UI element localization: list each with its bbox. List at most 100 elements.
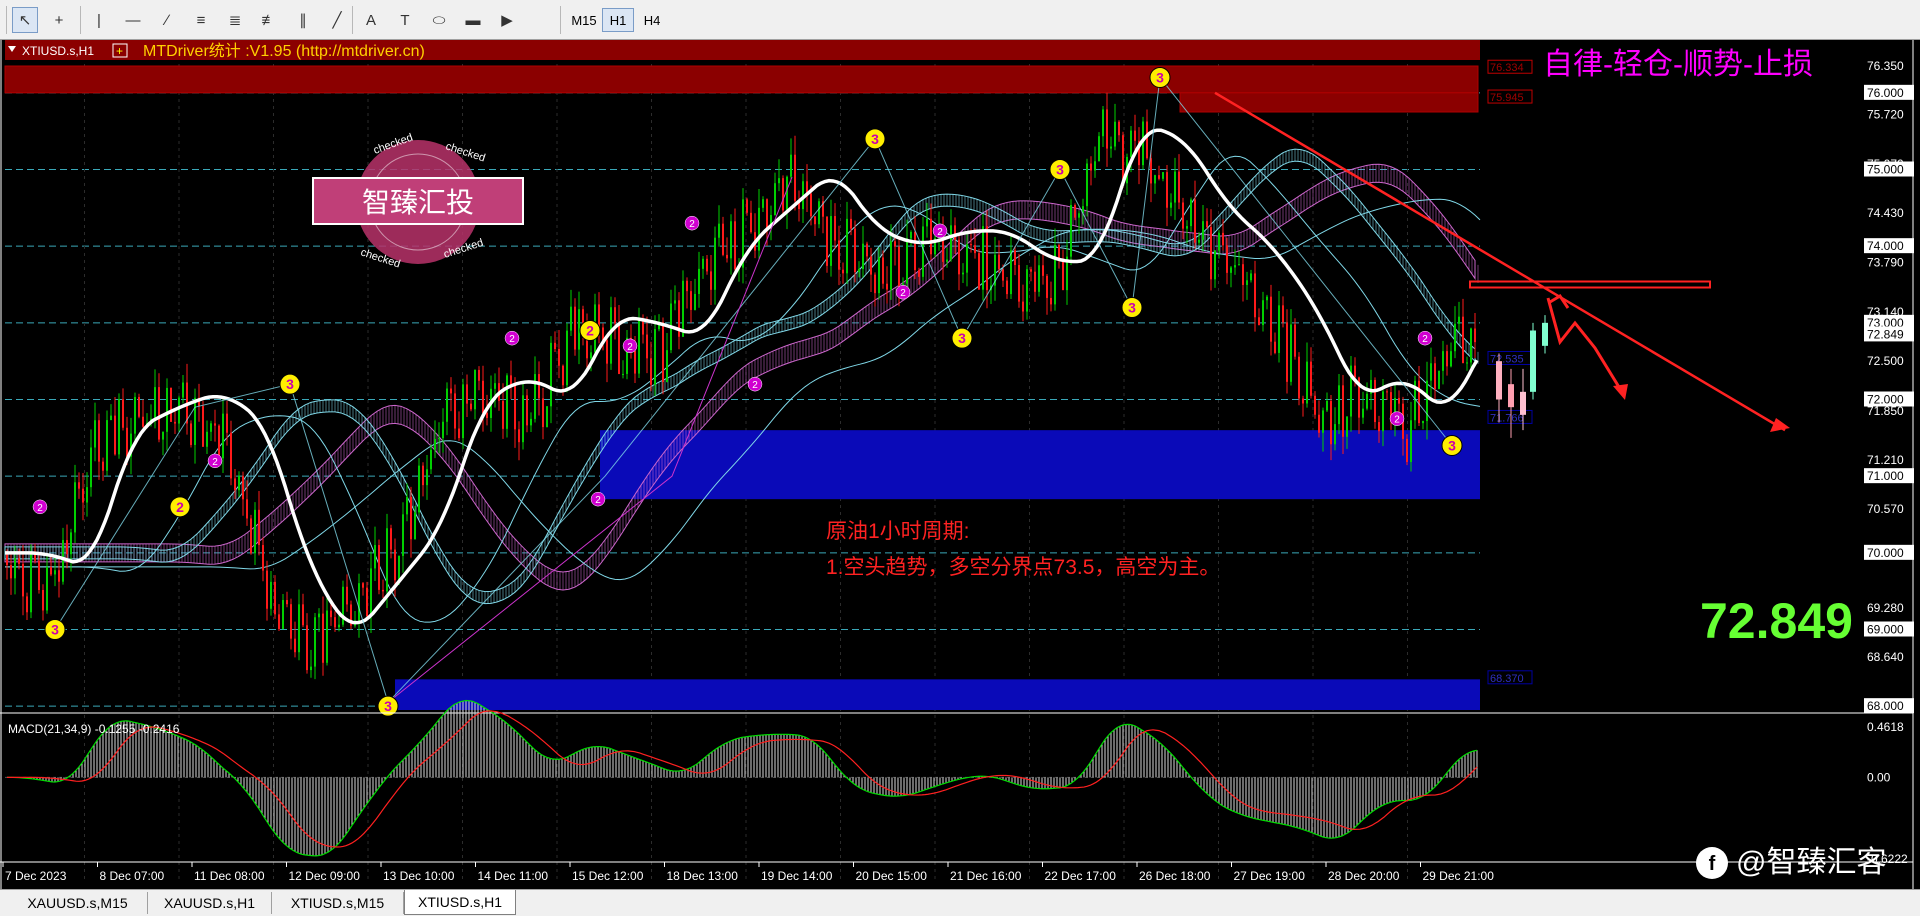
candle-body [202,406,204,447]
candle-body [14,558,16,579]
candle-body [1266,296,1268,301]
price-axis-label: 76.000 [1867,86,1904,100]
candle-body [914,231,916,271]
price-axis-label: 68.000 [1867,699,1904,713]
candle-body [1194,199,1196,243]
candle-body [566,330,568,386]
candle-body [458,428,460,439]
rectangle-icon[interactable]: ▬ [460,7,486,33]
swing-marker-label: 2 [752,380,758,391]
trendline-icon[interactable]: ∕ [154,7,180,33]
chart-tab-xtiusd-s-h1[interactable]: XTIUSD.s,H1 [404,890,516,915]
candle-body [402,514,404,556]
equidistant-channel-icon[interactable]: ≡ [188,7,214,33]
candle-body [482,380,484,413]
chart-tab-xauusd-s-h1[interactable]: XAUUSD.s,H1 [148,892,272,914]
candle-body [1002,269,1004,281]
ellipse-icon[interactable]: ⬭ [426,7,452,33]
swing-marker-label: 2 [1422,334,1428,345]
fibonacci-time-icon[interactable]: ∥ [290,7,316,33]
candle-body [1182,202,1184,229]
candle-body [662,322,664,382]
toolbar-separator [352,6,353,34]
timeframe-m15[interactable]: M15 [568,8,600,32]
vertical-line-icon[interactable]: | [86,7,112,33]
candle-body [274,581,276,615]
timeframe-h4[interactable]: H4 [636,8,668,32]
price-axis-label: 69.000 [1867,623,1904,637]
chart-window[interactable]: 76.334 75.945 72.535 71.766 68.370 3 2 3 3 2 3 3 3 3… [0,40,1920,889]
candle-body [454,393,456,429]
candle-body [1282,305,1284,323]
candle-body [890,241,892,290]
text-label-icon[interactable]: T [392,7,418,33]
candle-body [470,403,472,410]
candle-body [610,307,612,364]
candle-body [190,423,192,445]
text-icon[interactable]: A [358,7,384,33]
candle-body [162,431,164,440]
candle-body [70,532,72,555]
candle-body [58,570,60,582]
candle-body [838,240,840,270]
zone-price-tag-label: 76.334 [1490,62,1524,74]
candle-body [1374,379,1376,423]
candle-body [118,399,120,455]
candle-body [54,570,56,575]
horizontal-line-icon[interactable]: — [120,7,146,33]
candle-body [830,216,832,266]
candle-body [378,545,380,590]
fibonacci-retracement-icon[interactable]: ≣ [222,7,248,33]
candle-body [134,396,136,434]
candle-body [714,237,716,290]
macd-scale-label: 0.4618 [1867,720,1904,734]
crosshair-icon[interactable]: + [46,7,72,33]
gann-line-icon[interactable]: ╱ [324,7,350,33]
triangle-icon[interactable]: ▶ [494,7,520,33]
zone-price-tag-label: 68.370 [1490,673,1524,685]
candle-body [1310,361,1312,396]
candle-body [1422,421,1424,424]
chart-tab-xtiusd-s-m15[interactable]: XTIUSD.s,M15 [272,892,404,914]
time-axis-label: 8 Dec 07:00 [100,869,165,883]
candle-body [650,358,652,385]
timeframe-h1[interactable]: H1 [602,8,634,32]
candle-body [62,540,64,582]
candle-body [530,418,532,426]
candle-body [414,512,416,540]
candle-body [502,400,504,429]
cursor-icon[interactable]: ↖ [12,7,38,33]
time-axis-label: 14 Dec 11:00 [478,869,549,883]
candle-body [834,216,836,241]
candle-body [126,427,128,457]
candle-body [30,554,32,613]
candle-body [1078,213,1080,218]
candle-body [646,334,648,359]
candle-body [262,545,264,571]
chart-tab-xauusd-s-m15[interactable]: XAUUSD.s,M15 [8,892,148,914]
indicator-title: MTDriver统计 :V1.95 (http://mtdriver.cn) [143,42,425,60]
candle-body [1470,328,1472,363]
candle-body [18,558,20,564]
candle-body [326,610,328,663]
candle-body [246,499,248,519]
stamp-text: 智臻汇投 [362,187,474,218]
support-zone [395,679,1480,710]
candle-body [1234,265,1236,268]
candle-body [1158,175,1160,179]
candle-body [422,465,424,486]
candle-body [982,226,984,290]
price-axis-label: 71.210 [1867,453,1904,467]
candle-body [90,447,92,488]
candle-body [1382,391,1384,432]
candle-body [1094,161,1096,171]
candle-body [538,374,540,399]
candle-body [998,254,1000,270]
time-axis-label: 21 Dec 16:00 [950,869,1022,883]
toolbar-separator [560,6,561,34]
candle-body [1162,172,1164,179]
candle-body [74,482,76,533]
fibonacci-fan-icon[interactable]: ≢ [256,7,282,33]
candle-body [1242,264,1244,285]
candle-body [310,666,312,671]
